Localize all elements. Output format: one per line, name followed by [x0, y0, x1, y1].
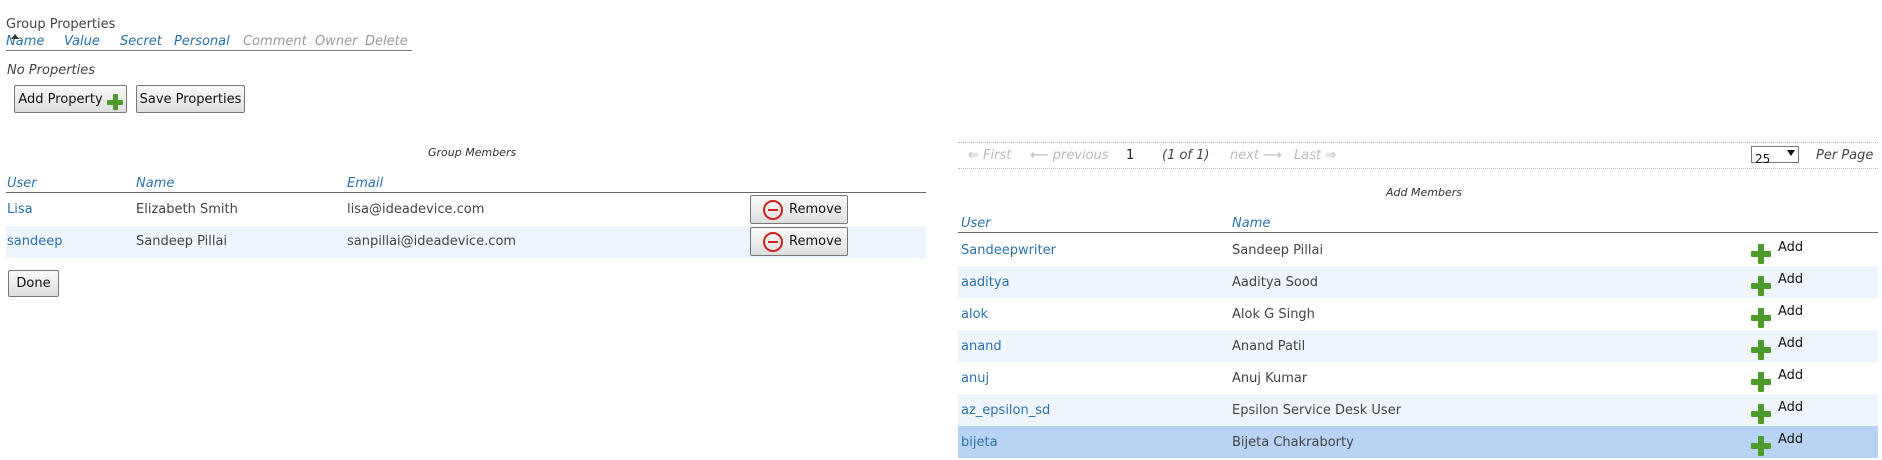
add-members-caption: Add Members — [1386, 186, 1462, 199]
pager-next: next ⟶ — [1230, 148, 1282, 163]
add-member-button[interactable]: Add — [1751, 336, 1803, 360]
add-label: Add — [1778, 400, 1804, 415]
members-table-header: User Name Email — [6, 174, 926, 193]
member-user-link[interactable]: Lisa — [7, 202, 33, 217]
add-label: Add — [1778, 368, 1804, 383]
col-email-header[interactable]: Email — [347, 176, 383, 191]
no-properties-text: No Properties — [7, 63, 96, 78]
col-name-header[interactable]: Name — [136, 176, 174, 191]
add-member-button[interactable]: Add — [1751, 400, 1803, 424]
add-property-button[interactable]: Add Property — [14, 85, 127, 113]
done-button[interactable]: Done — [8, 270, 59, 297]
per-page-value: 25 — [1755, 152, 1771, 166]
add-user-name: Epsilon Service Desk User — [1232, 403, 1402, 418]
plus-icon — [1751, 404, 1771, 424]
table-row: anuj Anuj Kumar Add — [958, 362, 1878, 394]
add-user-link[interactable]: bijeta — [961, 435, 998, 450]
member-email: lisa@ideadevice.com — [347, 202, 485, 217]
save-properties-button[interactable]: Save Properties — [136, 85, 245, 113]
col-secret-header[interactable]: Secret — [120, 34, 162, 49]
plus-icon — [1751, 372, 1771, 392]
remove-label: Remove — [789, 202, 842, 217]
col-value-header[interactable]: Value — [64, 34, 100, 49]
add-user-link[interactable]: aaditya — [961, 275, 1010, 290]
table-row: az_epsilon_sd Epsilon Service Desk User … — [958, 394, 1878, 426]
col-comment-header: Comment — [243, 34, 307, 49]
properties-table-header: Name Value Secret Personal Comment Owner… — [6, 34, 412, 51]
pager-current-page: 1 — [1126, 148, 1135, 163]
add-user-name: Bijeta Chakraborty — [1232, 435, 1354, 450]
add-user-link[interactable]: anand — [961, 339, 1002, 354]
col-delete-header: Delete — [365, 34, 408, 49]
add-member-button[interactable]: Add — [1751, 368, 1803, 392]
plus-icon — [1751, 436, 1771, 456]
col-user-header[interactable]: User — [7, 176, 37, 191]
col-owner-header: Owner — [315, 34, 358, 49]
add-user-name: Anuj Kumar — [1232, 371, 1308, 386]
remove-button[interactable]: Remove — [750, 195, 848, 224]
add-user-link[interactable]: az_epsilon_sd — [961, 403, 1050, 418]
member-user-link[interactable]: sandeep — [7, 234, 62, 249]
plus-icon — [1751, 276, 1771, 296]
add-user-link[interactable]: alok — [961, 307, 988, 322]
add-label: Add — [1778, 336, 1804, 351]
add-member-button[interactable]: Add — [1751, 240, 1803, 264]
member-email: sanpillai@ideadevice.com — [347, 234, 517, 249]
add-user-name: Aaditya Sood — [1232, 275, 1319, 290]
dropdown-arrow-icon — [1787, 150, 1795, 156]
add-label: Add — [1778, 240, 1804, 255]
col-user-header[interactable]: User — [961, 216, 991, 231]
plus-icon — [1751, 340, 1771, 360]
sort-ascending-icon — [11, 34, 19, 39]
remove-icon — [763, 231, 783, 252]
table-row: sandeep Sandeep Pillai sanpillai@ideadev… — [6, 226, 926, 258]
group-members-caption: Group Members — [428, 146, 517, 159]
table-row: anand Anand Patil Add — [958, 330, 1878, 362]
remove-icon — [763, 199, 783, 220]
col-name-header[interactable]: Name — [1232, 216, 1270, 231]
add-label: Add — [1778, 304, 1804, 319]
remove-label: Remove — [789, 234, 842, 249]
pager-page-count: (1 of 1) — [1162, 148, 1210, 163]
table-row: aaditya Aaditya Sood Add — [958, 266, 1878, 298]
add-member-button[interactable]: Add — [1751, 272, 1803, 296]
plus-icon — [1751, 308, 1771, 328]
col-personal-header[interactable]: Personal — [174, 34, 230, 49]
pager-first: ⇐ First — [968, 148, 1012, 163]
group-properties-title: Group Properties — [6, 17, 116, 32]
pagination-bar: ⇐ First ⟵ previous 1 (1 of 1) next ⟶ Las… — [958, 142, 1878, 169]
remove-button[interactable]: Remove — [750, 227, 848, 256]
plus-icon — [1751, 244, 1771, 264]
add-user-name: Alok G Singh — [1232, 307, 1315, 322]
add-member-button[interactable]: Add — [1751, 304, 1803, 328]
table-row: Sandeepwriter Sandeep Pillai Add — [958, 234, 1878, 266]
plus-icon — [106, 94, 123, 110]
table-row: Lisa Elizabeth Smith lisa@ideadevice.com… — [6, 194, 926, 226]
add-label: Add — [1778, 272, 1804, 287]
add-label: Add — [1778, 432, 1804, 447]
add-user-name: Sandeep Pillai — [1232, 243, 1324, 258]
add-user-name: Anand Patil — [1232, 339, 1306, 354]
per-page-select[interactable]: 25 — [1751, 146, 1799, 166]
add-members-table-header: User Name — [958, 214, 1878, 233]
add-member-button[interactable]: Add — [1751, 432, 1803, 456]
add-user-link[interactable]: anuj — [961, 371, 989, 386]
pager-last: Last ⇒ — [1294, 148, 1337, 163]
pager-previous: ⟵ previous — [1030, 148, 1109, 163]
member-name: Sandeep Pillai — [136, 234, 228, 249]
table-row-selected: bijeta Bijeta Chakraborty Add — [958, 426, 1878, 458]
add-user-link[interactable]: Sandeepwriter — [961, 243, 1056, 258]
per-page-label: Per Page — [1816, 148, 1874, 163]
add-property-label: Add Property — [18, 91, 103, 107]
member-name: Elizabeth Smith — [136, 202, 238, 217]
table-row: alok Alok G Singh Add — [958, 298, 1878, 330]
